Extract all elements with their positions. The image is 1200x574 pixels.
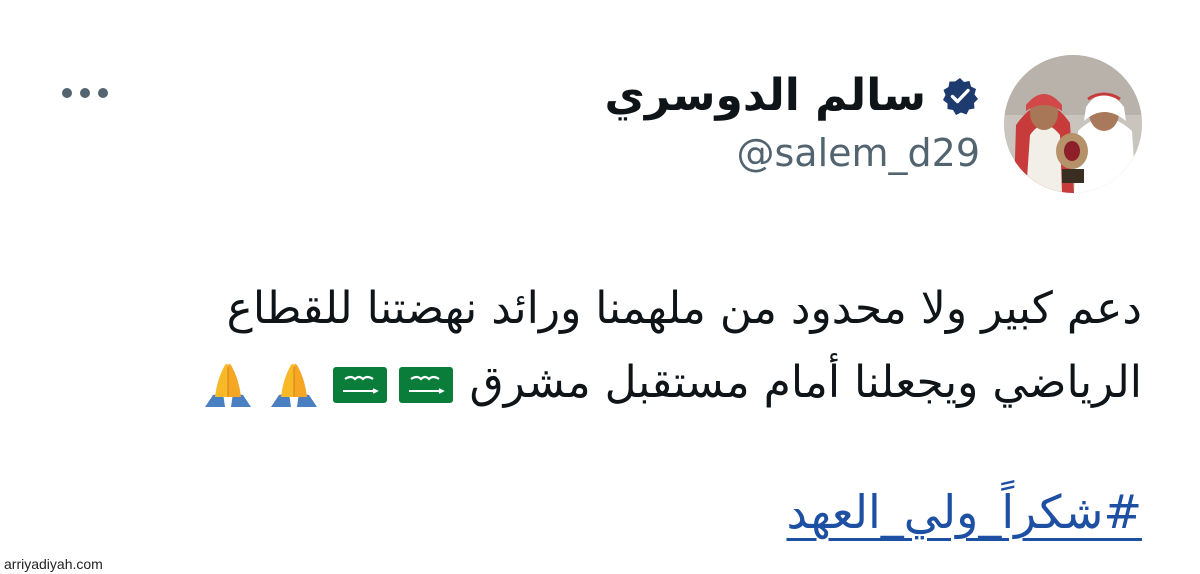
dot xyxy=(98,88,108,98)
tweet-card: سالم الدوسري @salem_d29 دعم كبير ولا محد… xyxy=(0,0,1200,574)
folded-hands-icon xyxy=(205,363,252,407)
folded-hands-icon xyxy=(271,363,318,407)
saudi-flag-icon xyxy=(399,367,454,403)
tweet-line-2-text: الرياضي ويجعلنا أمام مستقبل مشرق xyxy=(469,357,1142,408)
avatar[interactable] xyxy=(1004,55,1142,193)
author-name-row: سالم الدوسري xyxy=(605,66,980,126)
emoji-row xyxy=(201,361,454,409)
more-options-icon[interactable] xyxy=(62,86,108,100)
watermark: arriyadiyah.com xyxy=(4,556,103,572)
author-handle[interactable]: @salem_d29 xyxy=(736,128,980,178)
hashtag-link[interactable]: #شكراً_ولي_العهد xyxy=(786,480,1142,544)
author-display-name[interactable]: سالم الدوسري xyxy=(605,66,926,126)
dot xyxy=(80,88,90,98)
tweet-line-1: دعم كبير ولا محدود من ملهمنا ورائد نهضتن… xyxy=(226,283,1142,334)
saudi-flag-icon xyxy=(333,367,388,403)
verified-badge-icon xyxy=(943,78,978,115)
avatar-photo xyxy=(1004,55,1142,193)
tweet-line-2: الرياضي ويجعلنا أمام مستقبل مشرق xyxy=(112,346,1142,420)
dot xyxy=(62,88,72,98)
tweet-text: دعم كبير ولا محدود من ملهمنا ورائد نهضتن… xyxy=(112,272,1142,420)
